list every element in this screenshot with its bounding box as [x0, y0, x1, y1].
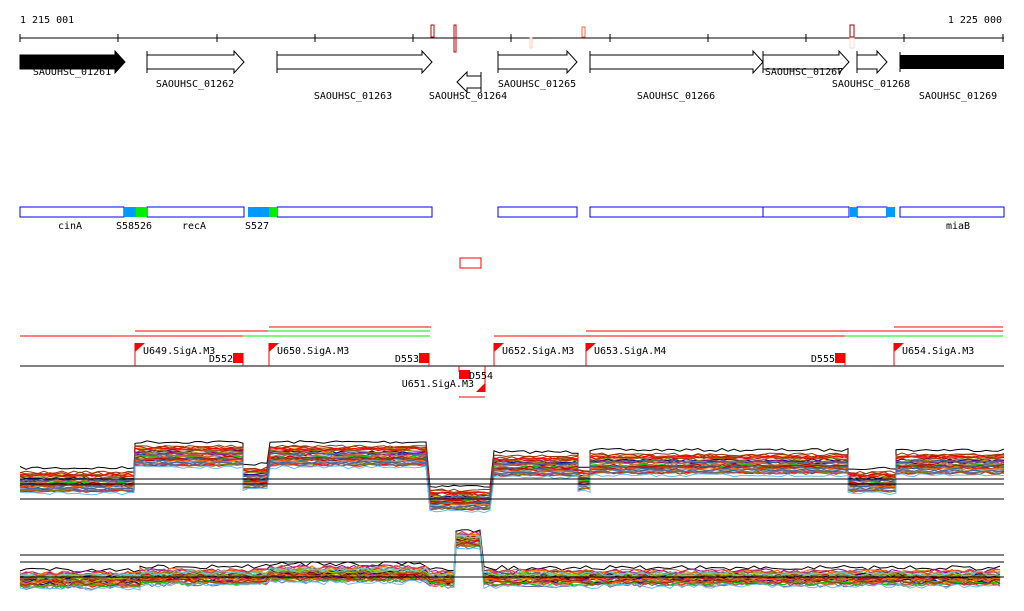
annotation-box[interactable] — [856, 206, 888, 218]
expression-profiles — [19, 440, 1005, 591]
promoter-label: U651.SigA.M3 — [402, 379, 474, 390]
terminator-label: D552 — [209, 354, 233, 365]
annotation-box[interactable] — [589, 206, 764, 218]
gene-saouhsc_01262[interactable]: SAOUHSC_01262 — [146, 49, 245, 90]
terminator-d553[interactable]: D553 — [395, 353, 430, 366]
promoter-u654.siga.m3[interactable]: U654.SigA.M3 — [893, 343, 974, 366]
promoter-label: U652.SigA.M3 — [502, 346, 574, 357]
gene-saouhsc_01265[interactable]: SAOUHSC_01265 — [497, 49, 578, 90]
promoter-label: U653.SigA.M4 — [594, 346, 666, 357]
signal-mark — [430, 24, 435, 38]
ruler-end-label: 1 225 000 — [948, 15, 1002, 26]
annotation-box[interactable] — [762, 206, 850, 218]
gene-label: SAOUHSC_01268 — [832, 79, 910, 90]
promoter-label: U649.SigA.M3 — [143, 346, 215, 357]
promoter-u652.siga.m3[interactable]: U652.SigA.M3 — [493, 343, 574, 366]
annotation-segment[interactable] — [850, 207, 857, 217]
gene-arrow-icon[interactable] — [146, 49, 245, 75]
terminator-label: D554 — [469, 371, 493, 382]
promoter-label: U654.SigA.M3 — [902, 346, 974, 357]
gene-saouhsc_01269[interactable]: SAOUHSC_01269 — [899, 52, 1004, 102]
terminator-d555[interactable]: D555 — [811, 353, 846, 366]
gene-label: SAOUHSC_01266 — [637, 91, 715, 102]
annotation-box[interactable] — [19, 206, 125, 218]
gene-label: SAOUHSC_01262 — [156, 79, 234, 90]
annotation-box[interactable] — [146, 206, 245, 218]
genome-track-canvas: 1 215 001 1 225 000 SAOUHSC_01261SAOUHSC… — [19, 15, 1005, 591]
expression-trace — [19, 529, 1001, 573]
signal-mark — [581, 26, 586, 38]
terminator-label: D553 — [395, 354, 419, 365]
gene-arrow-icon[interactable] — [497, 49, 578, 75]
terminator-block-icon — [835, 353, 845, 363]
annotation-label: cinA — [58, 221, 82, 232]
coordinate-ruler: 1 215 001 1 225 000 — [19, 15, 1004, 53]
terminator-label: D555 — [811, 354, 835, 365]
gene-arrow-icon[interactable] — [900, 55, 1004, 69]
signal-mark — [529, 37, 533, 49]
promoter-terminator-track: U649.SigA.M3 U650.SigA.M3 U652.SigA.M3 U653… — [20, 326, 1004, 398]
annotation-segment[interactable] — [248, 207, 269, 217]
terminator-d552[interactable]: D552 — [209, 353, 244, 366]
genome-browser-view: 1 215 001 1 225 000 SAOUHSC_01261 SAOUHSC… — [0, 0, 1024, 611]
annotation-box[interactable] — [497, 206, 578, 218]
annotation-segment[interactable] — [124, 207, 136, 217]
gene-saouhsc_01267[interactable]: SAOUHSC_01267 — [762, 49, 850, 78]
gene-track: SAOUHSC_01261 SAOUHSC_01262 SAOUHSC_01263 S… — [19, 49, 1004, 102]
annotation-box[interactable] — [899, 206, 1005, 218]
annotation-track: cinA S58526 recA S527 miaB — [19, 206, 1005, 232]
signal-mark — [849, 24, 855, 38]
gene-label: SAOUHSC_01267 — [765, 67, 843, 78]
gene-saouhsc_01263[interactable]: SAOUHSC_01263 — [276, 49, 433, 102]
gene-saouhsc_01261[interactable]: SAOUHSC_01261 — [19, 49, 126, 78]
promoter-u649.siga.m3[interactable]: U649.SigA.M3 — [134, 343, 215, 366]
terminator-block-icon — [233, 353, 243, 363]
terminator-block-icon — [419, 353, 429, 363]
gene-saouhsc_01264[interactable]: SAOUHSC_01264 — [429, 70, 507, 102]
signal-mark — [849, 37, 855, 49]
gene-arrow-icon[interactable] — [456, 70, 482, 94]
expression-trace — [19, 530, 1001, 577]
promoter-u653.siga.m4[interactable]: U653.SigA.M4 — [585, 343, 666, 366]
promoter-u650.siga.m3[interactable]: U650.SigA.M3 — [268, 343, 349, 366]
annotation-label: recA — [182, 221, 206, 232]
gene-label: SAOUHSC_01263 — [314, 91, 392, 102]
annotation-label: miaB — [946, 221, 970, 232]
promoter-label: U650.SigA.M3 — [277, 346, 349, 357]
gene-arrow-icon[interactable] — [856, 49, 888, 75]
feature-box[interactable] — [459, 257, 482, 269]
gene-label: SAOUHSC_01269 — [919, 91, 997, 102]
gene-arrow-icon[interactable] — [276, 49, 433, 75]
annotation-segment[interactable] — [269, 207, 277, 217]
annotation-label: S527 — [245, 221, 269, 232]
ruler-start-label: 1 215 001 — [20, 15, 74, 26]
annotation-segment[interactable] — [136, 207, 147, 217]
gene-label: SAOUHSC_01265 — [498, 79, 576, 90]
gene-label: SAOUHSC_01264 — [429, 91, 507, 102]
gene-label: SAOUHSC_01261 — [33, 67, 111, 78]
gene-arrow-icon[interactable] — [589, 49, 764, 75]
annotation-label: S58526 — [116, 221, 152, 232]
expression-trace — [19, 531, 1001, 577]
annotation-segment[interactable] — [886, 207, 895, 217]
gene-saouhsc_01266[interactable]: SAOUHSC_01266 — [589, 49, 764, 102]
promoter-flag-icon — [476, 383, 485, 392]
annotation-box[interactable] — [276, 206, 433, 218]
